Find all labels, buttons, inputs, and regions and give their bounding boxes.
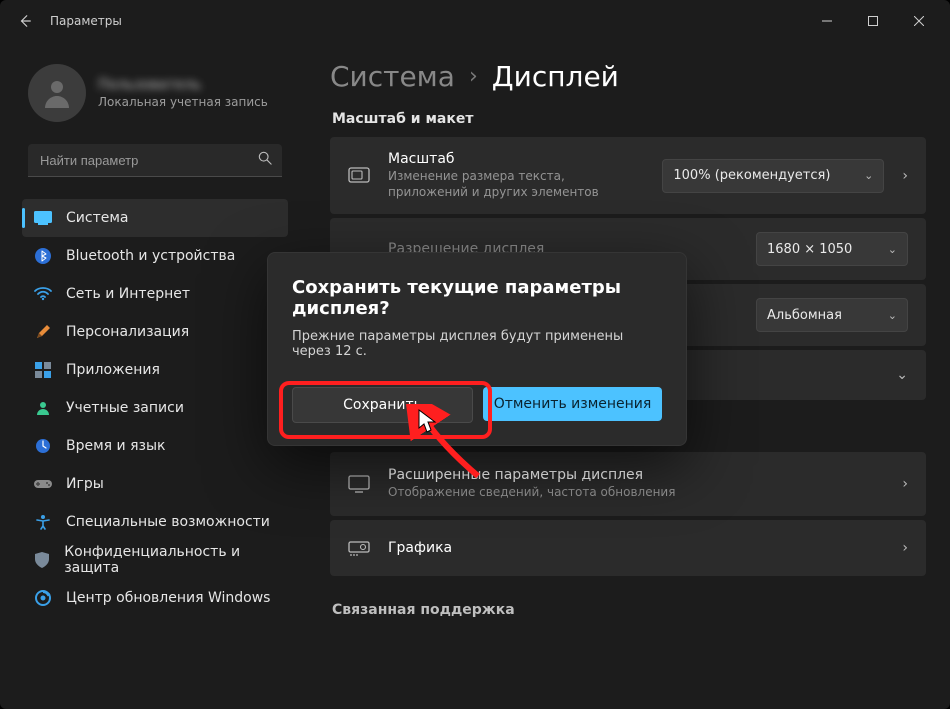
sidebar-item-label: Приложения	[66, 362, 160, 378]
section-support: Связанная поддержка	[332, 602, 926, 618]
dropdown-value: 1680 × 1050	[767, 242, 852, 257]
sidebar-item-bluetooth[interactable]: Bluetooth и устройства	[22, 237, 288, 275]
person-icon	[39, 75, 75, 111]
search-field[interactable]	[28, 144, 282, 177]
shield-icon	[34, 551, 50, 569]
chevron-right-icon: ›	[902, 540, 908, 556]
minimize-button[interactable]	[804, 0, 850, 42]
tile-desc: Изменение размера текста, приложений и д…	[388, 169, 644, 200]
tile-title: Расширенные параметры дисплея	[388, 467, 884, 483]
sidebar-item-label: Конфиденциальность и защита	[64, 544, 276, 576]
apps-icon	[34, 361, 52, 379]
search-icon	[258, 151, 272, 169]
sidebar-item-label: Персонализация	[66, 324, 189, 340]
sidebar-item-label: Сеть и Интернет	[66, 286, 190, 302]
revert-changes-button[interactable]: Отменить изменения	[483, 387, 662, 421]
window-controls	[804, 0, 942, 42]
accessibility-icon	[34, 513, 52, 531]
update-icon	[34, 589, 52, 607]
bluetooth-icon	[34, 247, 52, 265]
scale-dropdown[interactable]: 100% (рекомендуется) ⌄	[662, 159, 884, 193]
profile-block[interactable]: Пользователь Локальная учетная запись	[28, 64, 288, 122]
tile-graphics[interactable]: Графика ›	[330, 520, 926, 576]
chevron-right-icon[interactable]: ›	[902, 168, 908, 184]
clock-globe-icon	[34, 437, 52, 455]
back-button[interactable]	[8, 4, 42, 38]
sidebar-item-time-language[interactable]: Время и язык	[22, 427, 288, 465]
window-title: Параметры	[50, 14, 122, 28]
sidebar-item-network[interactable]: Сеть и Интернет	[22, 275, 288, 313]
sidebar-item-windows-update[interactable]: Центр обновления Windows	[22, 579, 288, 617]
brush-icon	[34, 323, 52, 341]
sidebar-item-label: Специальные возможности	[66, 514, 270, 530]
section-scale-layout: Масштаб и макет	[332, 111, 926, 127]
chevron-right-icon: ›	[902, 476, 908, 492]
breadcrumb-current: Дисплей	[492, 60, 619, 93]
sidebar-item-label: Система	[66, 210, 128, 226]
breadcrumb-root[interactable]: Система	[330, 60, 455, 93]
chevron-right-icon: ›	[469, 64, 478, 89]
breadcrumb: Система › Дисплей	[330, 60, 926, 93]
keep-display-settings-dialog: Сохранить текущие параметры дисплея? Пре…	[267, 252, 687, 446]
sidebar-item-system[interactable]: Система	[22, 199, 288, 237]
sidebar-item-label: Учетные записи	[66, 400, 184, 416]
dropdown-value: Альбомная	[767, 308, 842, 323]
tile-title: Графика	[388, 540, 884, 556]
wifi-icon	[34, 285, 52, 303]
sidebar-item-label: Игры	[66, 476, 104, 492]
nav-list: Система Bluetooth и устройства Сеть и Ин…	[22, 199, 288, 617]
sidebar-item-label: Время и язык	[66, 438, 165, 454]
maximize-button[interactable]	[850, 0, 896, 42]
gamepad-icon	[34, 475, 52, 493]
sidebar-item-label: Bluetooth и устройства	[66, 248, 235, 264]
sidebar-item-personalization[interactable]: Персонализация	[22, 313, 288, 351]
sidebar-item-privacy[interactable]: Конфиденциальность и защита	[22, 541, 288, 579]
chevron-down-icon: ⌄	[888, 243, 897, 256]
sidebar: Пользователь Локальная учетная запись Си…	[0, 42, 300, 709]
scale-icon	[348, 165, 370, 187]
sidebar-item-accessibility[interactable]: Специальные возможности	[22, 503, 288, 541]
keep-changes-button[interactable]: Сохранить	[292, 387, 473, 423]
sidebar-item-gaming[interactable]: Игры	[22, 465, 288, 503]
dialog-text: Прежние параметры дисплея будут применен…	[292, 329, 662, 359]
dialog-title: Сохранить текущие параметры дисплея?	[292, 277, 662, 319]
arrow-left-icon	[18, 14, 32, 28]
sidebar-item-label: Центр обновления Windows	[66, 590, 270, 606]
tile-advanced-display[interactable]: Расширенные параметры дисплея Отображени…	[330, 452, 926, 516]
profile-name: Пользователь	[98, 77, 268, 93]
tile-scale[interactable]: Масштаб Изменение размера текста, прилож…	[330, 137, 926, 214]
chevron-down-icon: ⌄	[864, 169, 873, 182]
search-input[interactable]	[38, 152, 258, 169]
sidebar-item-apps[interactable]: Приложения	[22, 351, 288, 389]
titlebar: Параметры	[0, 0, 950, 42]
monitor-icon	[348, 473, 370, 495]
tile-title: Масштаб	[388, 151, 644, 167]
chevron-down-icon: ⌄	[896, 367, 908, 383]
avatar	[28, 64, 86, 122]
profile-subtitle: Локальная учетная запись	[98, 95, 268, 109]
chevron-down-icon: ⌄	[888, 309, 897, 322]
resolution-dropdown[interactable]: 1680 × 1050 ⌄	[756, 232, 908, 266]
display-icon	[34, 209, 52, 227]
dropdown-value: 100% (рекомендуется)	[673, 168, 830, 183]
tile-desc: Отображение сведений, частота обновления	[388, 485, 884, 501]
orientation-dropdown[interactable]: Альбомная ⌄	[756, 298, 908, 332]
gpu-icon	[348, 537, 370, 559]
settings-window: Параметры Пользователь Локальная учетная…	[0, 0, 950, 709]
sidebar-item-accounts[interactable]: Учетные записи	[22, 389, 288, 427]
person-icon	[34, 399, 52, 417]
close-button[interactable]	[896, 0, 942, 42]
